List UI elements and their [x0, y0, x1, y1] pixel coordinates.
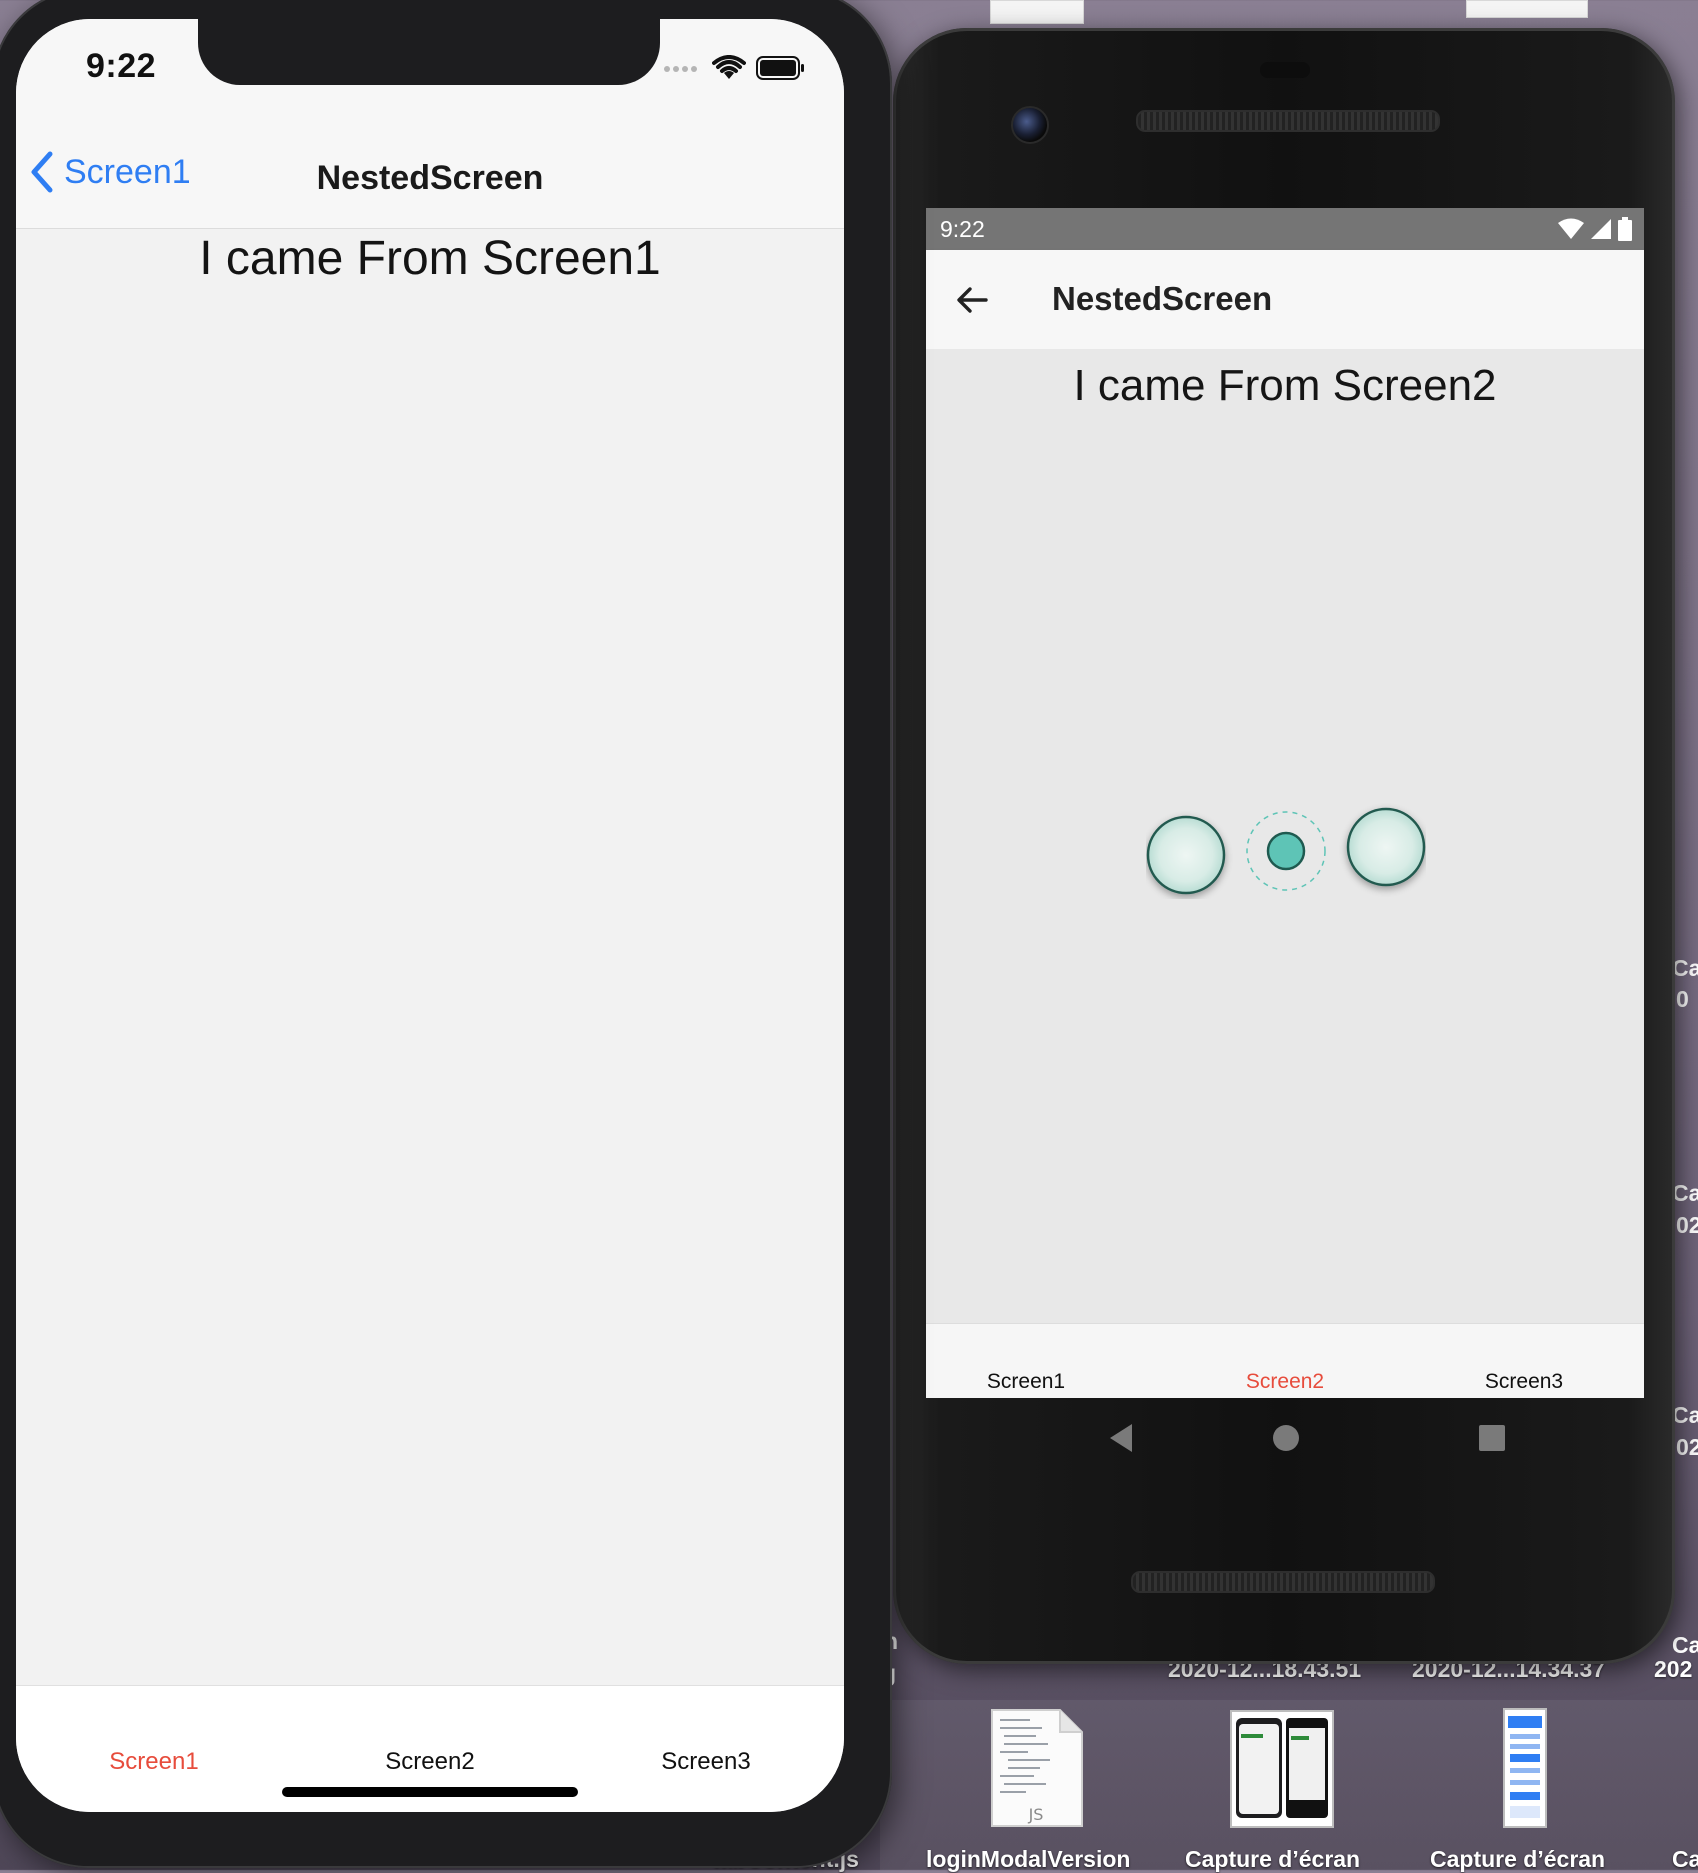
desktop-file-label[interactable]: Ca [1672, 1846, 1698, 1873]
desktop-file-label[interactable]: loginModalVersion [926, 1846, 1130, 1873]
desktop-edge-label: Ca [1672, 1632, 1698, 1658]
cellular-signal-icon [1591, 219, 1611, 239]
earpiece [1260, 62, 1310, 78]
device-notch [198, 19, 660, 85]
origin-message: I came From Screen1 [199, 232, 661, 285]
ios-content: I came From Screen1 [16, 229, 844, 1684]
screenshot-thumbnail-icon [1230, 1710, 1334, 1828]
back-arrow-icon[interactable] [952, 280, 992, 320]
tab-screen2[interactable]: Screen2 [1165, 1370, 1405, 1394]
loading-spinner-icon [1146, 807, 1426, 895]
desktop-file-timestamp: 202 [1654, 1656, 1693, 1682]
ios-simulator: 9:22 Screen1 NestedScreen I came From Sc… [0, 0, 892, 1868]
tab-screen2[interactable]: Screen2 [292, 1748, 568, 1776]
js-badge: JS [1028, 1805, 1044, 1824]
android-content: I came From Screen2 [926, 349, 1644, 1323]
status-time: 9:22 [86, 47, 157, 85]
origin-message: I came From Screen2 [1073, 361, 1497, 410]
cellular-signal-icon [664, 66, 697, 72]
nav-back-icon[interactable] [1102, 1418, 1142, 1458]
android-screen: 9:22 NestedScreen I came From Screen2 Sc… [926, 208, 1644, 1398]
nav-home-icon[interactable] [1266, 1418, 1306, 1458]
tab-screen3[interactable]: Screen3 [1404, 1370, 1644, 1394]
top-speaker-grille [1136, 110, 1440, 132]
desktop-edge-label: 0 [1676, 986, 1689, 1012]
front-camera [1011, 106, 1049, 144]
desktop-edge-label: Ca [1672, 1402, 1698, 1428]
page-title: NestedScreen [316, 159, 544, 197]
home-indicator[interactable] [282, 1787, 578, 1797]
desktop-file-js[interactable]: JS [990, 1708, 1084, 1828]
page-title: NestedScreen [1052, 280, 1273, 317]
screenshot-thumbnail-icon [1503, 1708, 1547, 1828]
tab-screen1[interactable]: Screen1 [16, 1748, 292, 1776]
desktop-file-label[interactable]: Capture d’écran [1185, 1846, 1360, 1873]
tab-screen3[interactable]: Screen3 [568, 1748, 844, 1776]
desktop-file-screenshot[interactable] [1503, 1708, 1547, 1828]
desktop-edge-label: Ca [1672, 955, 1698, 981]
desktop-edge-label: Ca [1672, 1180, 1698, 1206]
tab-screen1[interactable]: Screen1 [926, 1370, 1146, 1394]
wifi-icon [1558, 218, 1584, 239]
android-nav-bar [926, 1398, 1644, 1478]
battery-icon [756, 56, 804, 80]
desktop-thumbnail[interactable] [990, 0, 1084, 24]
desktop-thumbnail[interactable] [1466, 0, 1588, 18]
android-tab-bar: Screen1 Screen2 Screen3 [926, 1323, 1644, 1398]
nav-recents-icon[interactable] [1472, 1418, 1512, 1458]
battery-icon [1618, 217, 1632, 241]
desktop-edge-label: 02 [1676, 1434, 1698, 1460]
status-time: 9:22 [940, 216, 985, 242]
ios-screen: 9:22 Screen1 NestedScreen I came From Sc… [16, 19, 844, 1812]
android-status-bar: 9:22 [926, 208, 1644, 250]
desktop-edge-label: 02 [1676, 1212, 1698, 1238]
bottom-speaker-grille [1131, 1571, 1435, 1593]
android-app-bar: NestedScreen [926, 250, 1644, 349]
android-emulator: 9:22 NestedScreen I came From Screen2 Sc… [893, 28, 1675, 1664]
js-file-icon: JS [991, 1709, 1083, 1827]
desktop-file-screenshot[interactable] [1230, 1710, 1334, 1828]
ios-navigation-header: Screen1 NestedScreen [16, 119, 844, 229]
wifi-icon [712, 55, 746, 79]
desktop-file-label[interactable]: Capture d’écran [1430, 1846, 1605, 1873]
